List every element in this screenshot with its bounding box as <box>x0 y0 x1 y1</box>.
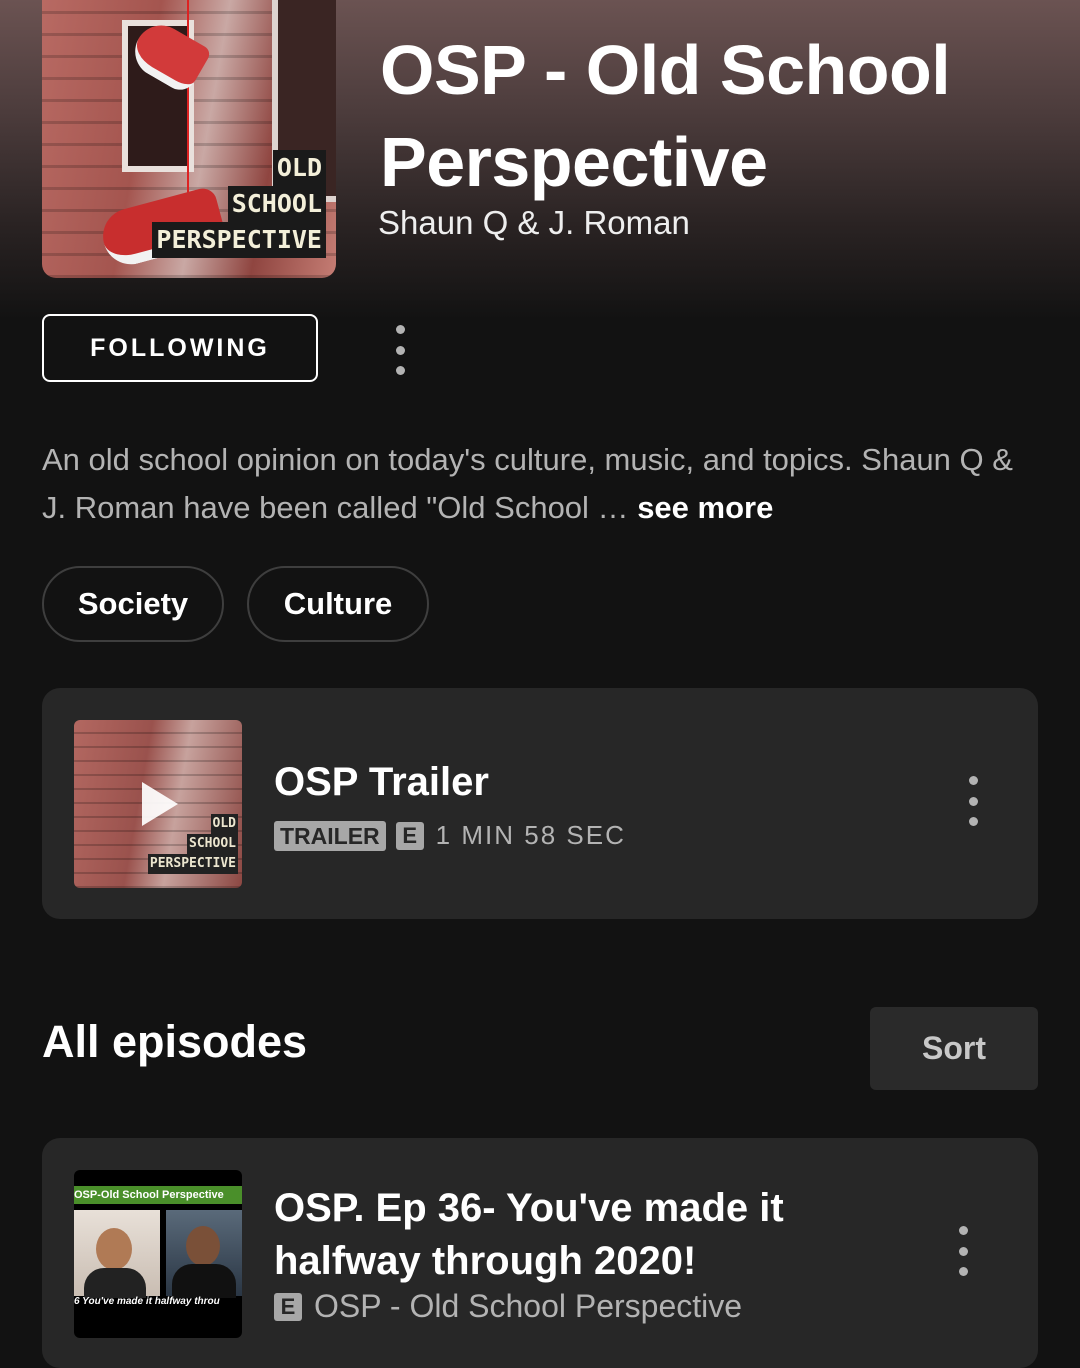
explicit-icon: E <box>274 1292 302 1321</box>
episode-title[interactable]: OSP. Ep 36- You've made it halfway throu… <box>274 1182 874 1288</box>
all-episodes-heading: All episodes <box>42 1016 308 1067</box>
more-options-icon[interactable] <box>390 325 410 375</box>
explicit-icon: E <box>395 821 424 850</box>
trailer-card[interactable]: OLD SCHOOL PERSPECTIVE OSP Trailer TRAIL… <box>42 688 1038 919</box>
tag-chip-culture[interactable]: Culture <box>247 566 429 642</box>
see-more-link[interactable]: see more <box>637 490 773 525</box>
following-button[interactable]: FOLLOWING <box>42 314 318 382</box>
episode-card[interactable]: OSP-Old School Perspective 6 You've made… <box>42 1138 1038 1368</box>
sort-button[interactable]: Sort <box>870 1007 1038 1090</box>
podcast-title: OSP - Old School Perspective <box>380 31 951 201</box>
host-photo <box>166 1210 242 1298</box>
episode-thumb-banner: OSP-Old School Perspective <box>74 1186 242 1204</box>
trailer-duration: 1 MIN 58 SEC <box>435 820 626 850</box>
episode-thumbnail[interactable]: OSP-Old School Perspective 6 You've made… <box>74 1170 242 1338</box>
episode-more-options-icon[interactable] <box>953 1226 973 1276</box>
trailer-more-options-icon[interactable] <box>963 776 983 826</box>
host-photo <box>74 1210 160 1298</box>
cover-logo-text: OLD SCHOOL PERSPECTIVE <box>152 150 326 258</box>
trailer-thumbnail[interactable]: OLD SCHOOL PERSPECTIVE <box>74 720 242 888</box>
podcast-cover-art: OLD SCHOOL PERSPECTIVE <box>42 0 336 278</box>
episode-show-name: OSP - Old School Perspective <box>314 1288 743 1324</box>
podcast-description: An old school opinion on today's culture… <box>42 436 1042 532</box>
trailer-meta: TRAILER E 1 MIN 58 SEC <box>274 820 626 851</box>
play-icon[interactable] <box>142 782 178 826</box>
podcast-author[interactable]: Shaun Q & J. Roman <box>378 204 690 242</box>
description-text: An old school opinion on today's culture… <box>42 442 1013 525</box>
tag-chip-society[interactable]: Society <box>42 566 224 642</box>
episode-meta: E OSP - Old School Perspective <box>274 1288 742 1325</box>
episode-thumb-caption: 6 You've made it halfway throu <box>74 1296 220 1307</box>
trailer-title[interactable]: OSP Trailer <box>274 760 489 805</box>
trailer-badge: TRAILER <box>274 820 386 851</box>
